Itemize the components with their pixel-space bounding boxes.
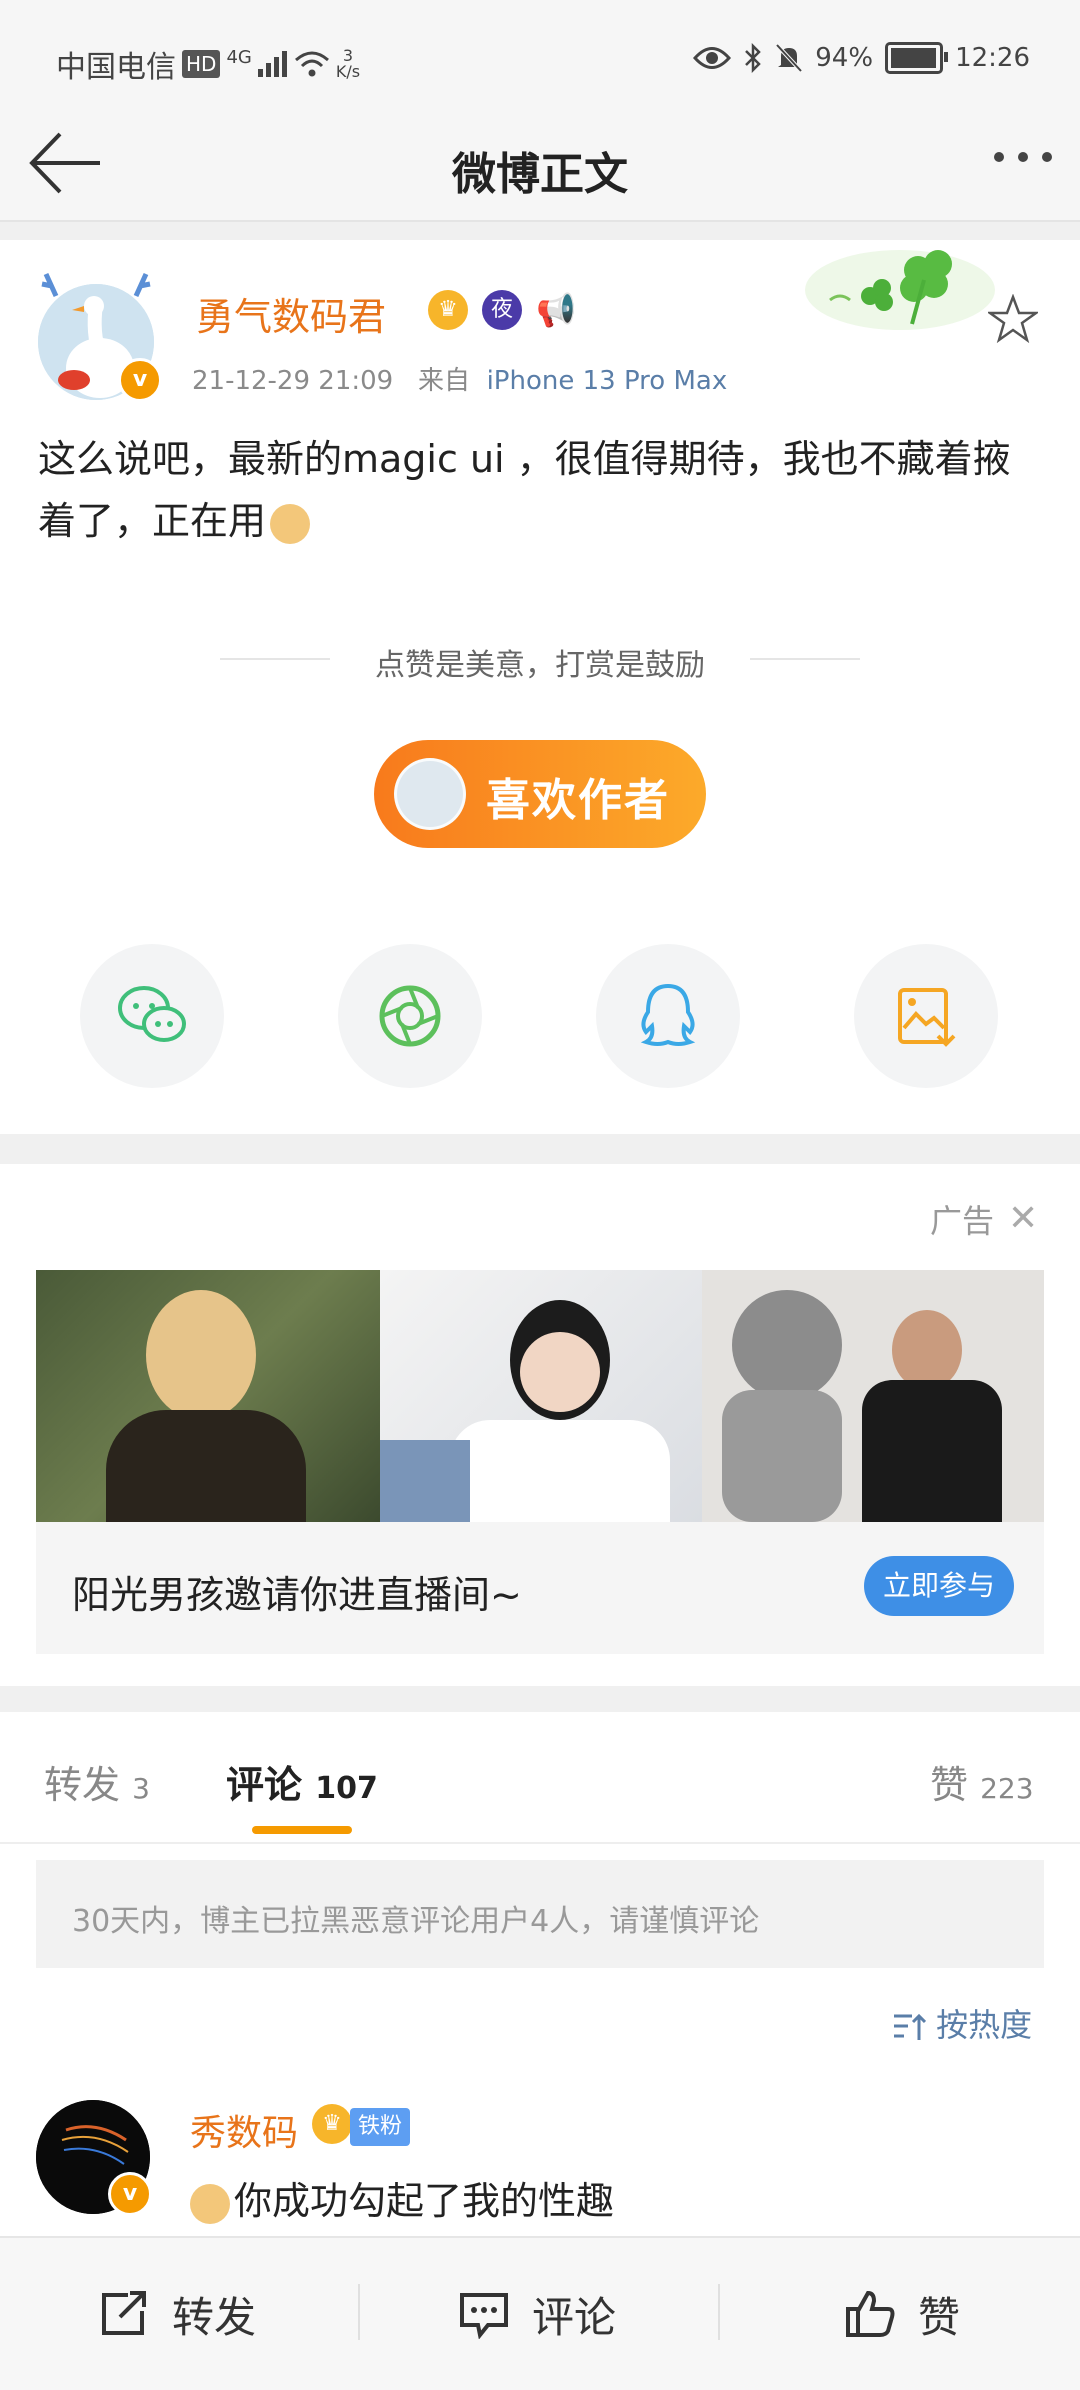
bottom-action-bar: 转发 评论 赞 <box>0 2236 1080 2390</box>
author-mini-avatar <box>394 758 466 830</box>
author-name[interactable]: 勇气数码君 <box>196 286 386 341</box>
comment-icon <box>460 2293 508 2339</box>
post-source[interactable]: iPhone 13 Pro Max <box>487 366 728 396</box>
tab-likes-count: 223 <box>980 1772 1034 1805</box>
megaphone-badge-icon: 📢 <box>536 290 576 330</box>
comment-text: 你成功勾起了我的性趣 <box>234 2179 615 2223</box>
bluetooth-icon <box>745 43 762 73</box>
divider <box>0 1134 1080 1164</box>
moments-icon <box>379 985 441 1047</box>
favorite-star-icon[interactable] <box>988 294 1038 344</box>
battery-icon <box>885 42 949 74</box>
tab-indicator <box>252 1826 352 1834</box>
fan-badge: 铁粉 <box>350 2108 411 2146</box>
divider <box>358 2284 360 2340</box>
post-timestamp: 21-12-29 21:09 <box>192 366 394 396</box>
mute-bell-icon <box>775 43 803 73</box>
ad-photo-3 <box>702 1270 1044 1522</box>
like-author-button[interactable]: 喜欢作者 <box>374 740 706 848</box>
divider <box>750 658 860 660</box>
top-nav: 微博正文 <box>0 110 1080 222</box>
post-meta: 21-12-29 21:09 来自 iPhone 13 Pro Max <box>192 360 727 397</box>
like-label: 赞 <box>918 2292 961 2342</box>
tab-repost[interactable]: 转发 3 <box>44 1754 150 1809</box>
repost-icon <box>102 2291 146 2335</box>
clover-decoration-icon <box>805 250 995 330</box>
ad-label: 广告 <box>930 1202 995 1240</box>
tab-repost-label: 转发 <box>44 1763 121 1807</box>
status-bar: 中国电信 HD 4G 3 K/s 94% 12:26 <box>0 0 1080 110</box>
comment-button[interactable]: 评论 <box>458 2238 616 2390</box>
divider <box>0 222 1080 240</box>
wifi-icon <box>294 51 329 77</box>
eye-icon <box>693 47 732 69</box>
like-author-label: 喜欢作者 <box>486 775 670 826</box>
qq-icon <box>640 983 696 1046</box>
crown-badge-icon: ♛ <box>428 290 468 330</box>
night-badge-icon: 夜 <box>482 290 522 330</box>
reward-note: 点赞是美意，打赏是鼓励 <box>375 648 705 683</box>
tab-repost-count: 3 <box>132 1772 150 1805</box>
hd-badge: HD <box>182 50 221 78</box>
doge-emoji-icon <box>270 503 311 544</box>
divider <box>0 1686 1080 1712</box>
divider <box>0 1842 1080 1844</box>
ad-caption: 阳光男孩邀请你进直播间~ <box>72 1573 522 1617</box>
repost-button[interactable]: 转发 <box>98 2238 256 2390</box>
net-speed: 3 K/s <box>335 46 361 81</box>
commenter-name[interactable]: 秀数码 <box>190 2104 298 2156</box>
post-body: 这么说吧，最新的magic ui ，很值得期待，我也不藏着掖着了，正在用 <box>38 428 1048 552</box>
crown-badge-icon: ♛ <box>312 2104 352 2144</box>
share-wechat-button[interactable] <box>80 944 224 1088</box>
tab-comments[interactable]: 评论 107 <box>226 1754 378 1809</box>
save-image-button[interactable] <box>854 944 998 1088</box>
wechat-icon <box>118 986 186 1042</box>
sort-label: 按热度 <box>936 2006 1033 2044</box>
ad-image[interactable] <box>36 1270 1044 1522</box>
like-button[interactable]: 赞 <box>844 2238 960 2390</box>
antler-decoration-icon <box>41 272 151 298</box>
share-moments-button[interactable] <box>338 944 482 1088</box>
network-label: 4G <box>226 46 252 68</box>
verified-badge: v <box>108 2172 152 2216</box>
repost-label: 转发 <box>172 2292 257 2342</box>
doge-emoji-icon <box>190 2183 230 2224</box>
ad-join-button[interactable]: 立即参与 <box>864 1556 1014 1616</box>
tab-likes-label: 赞 <box>930 1763 969 1807</box>
post-text: 这么说吧，最新的magic ui ，很值得期待，我也不藏着掖着了，正在用 <box>38 437 1011 543</box>
ad-caption-bar[interactable]: 阳光男孩邀请你进直播间~ 立即参与 <box>36 1522 1044 1654</box>
thumbs-up-icon <box>846 2290 895 2337</box>
comment-text-row: 你成功勾起了我的性趣 <box>190 2170 614 2225</box>
signal-icon <box>257 51 287 77</box>
comment-notice: 30天内，博主已拉黑恶意评论用户4人，请谨慎评论 <box>36 1860 1044 1968</box>
divider <box>718 2284 720 2340</box>
sort-by-hot-button[interactable]: 按热度 <box>892 2000 1032 2046</box>
share-qq-button[interactable] <box>596 944 740 1088</box>
sort-icon <box>894 2013 927 2040</box>
ad-close-icon[interactable]: ✕ <box>1008 1198 1038 1239</box>
tab-comments-count: 107 <box>315 1771 378 1806</box>
save-image-icon <box>898 988 956 1047</box>
tab-comments-label: 评论 <box>226 1763 303 1807</box>
comment-label: 评论 <box>532 2292 617 2342</box>
more-options-icon[interactable] <box>994 152 1052 162</box>
tab-likes[interactable]: 赞 223 <box>930 1754 1034 1809</box>
page-title: 微博正文 <box>452 149 628 200</box>
clock: 12:26 <box>955 43 1030 73</box>
battery-percent: 94% <box>815 43 874 73</box>
ad-photo-1 <box>36 1270 380 1522</box>
ad-photo-2 <box>380 1270 702 1522</box>
source-prefix: 来自 <box>418 366 471 396</box>
comment-notice-text: 30天内，博主已拉黑恶意评论用户4人，请谨慎评论 <box>72 1904 760 1939</box>
carrier-label: 中国电信 <box>56 50 176 85</box>
verified-badge: v <box>118 358 162 402</box>
